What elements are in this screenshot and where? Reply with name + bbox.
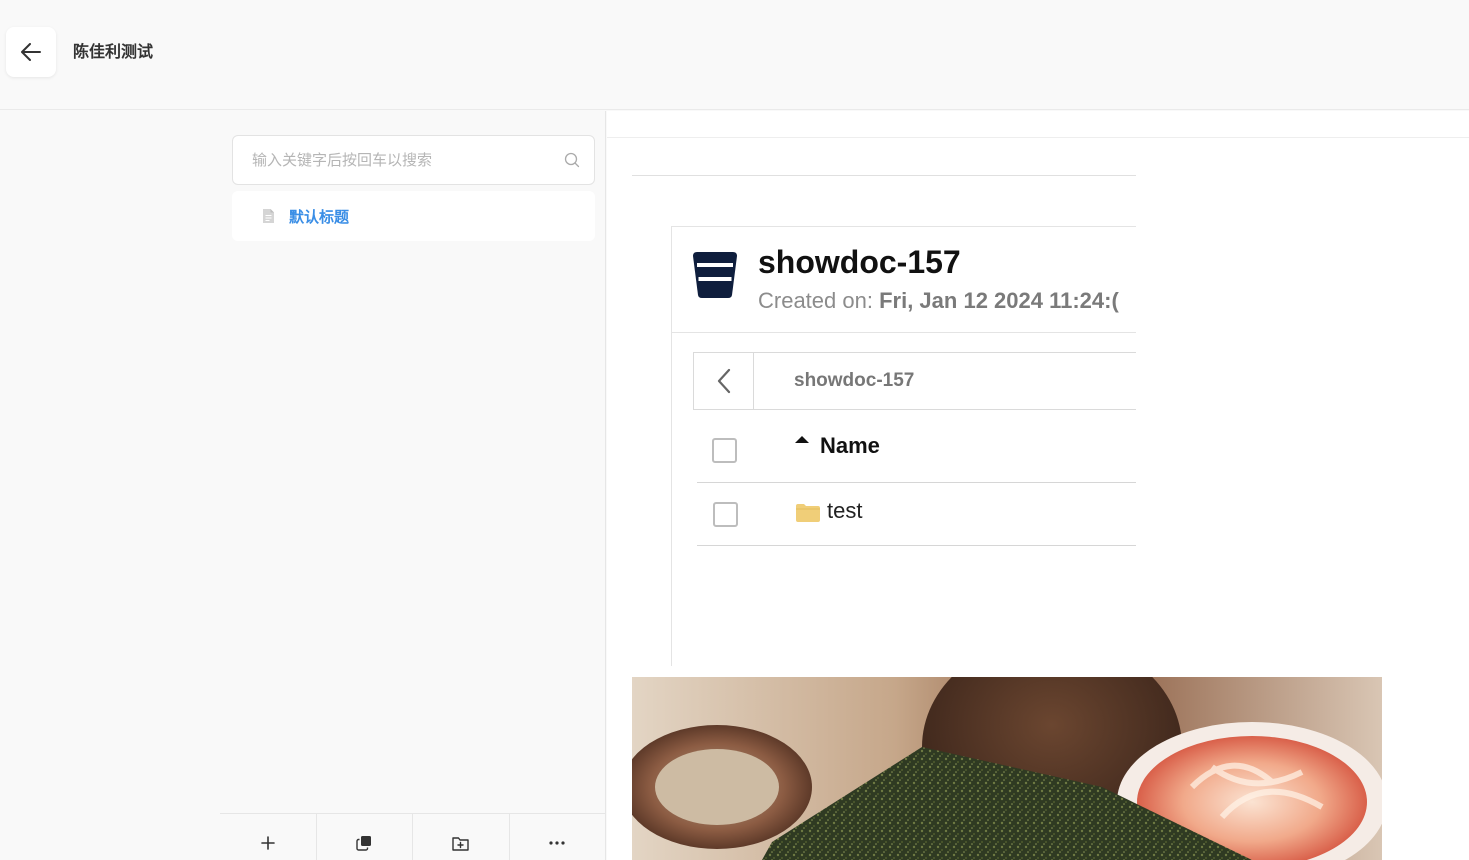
copy-page-button[interactable] <box>317 814 413 860</box>
path-label: showdoc-157 <box>794 370 915 391</box>
page-content: showdoc-157 Created on: Fri, Jan 12 2024… <box>607 111 1469 860</box>
divider <box>672 332 1136 333</box>
file-name: test <box>827 498 863 523</box>
search-box <box>232 135 595 185</box>
food-photo <box>632 677 1382 860</box>
row-divider <box>697 545 1136 546</box>
content-divider <box>607 137 1469 138</box>
folder-add-icon <box>452 836 469 851</box>
created-label: Created on: <box>758 288 873 313</box>
chevron-left-icon <box>717 368 730 394</box>
search-icon[interactable] <box>564 152 580 168</box>
created-on-text: Created on: Fri, Jan 12 2024 11:24:( <box>758 288 1119 314</box>
row-divider <box>697 482 1136 483</box>
food-photo-image <box>632 677 1382 860</box>
file-row: test <box>795 498 862 524</box>
new-folder-button[interactable] <box>413 814 510 860</box>
document-icon <box>263 209 274 223</box>
arrow-left-icon <box>21 43 41 61</box>
sidebar-item-default-title[interactable]: 默认标题 <box>232 191 595 241</box>
screenshot-title: showdoc-157 <box>758 244 961 280</box>
embedded-screenshot: showdoc-157 Created on: Fri, Jan 12 2024… <box>632 226 1136 666</box>
path-back-button <box>694 353 754 409</box>
more-icon <box>549 841 565 845</box>
horizontal-rule <box>632 175 1136 176</box>
sidebar-item-label: 默认标题 <box>289 208 350 226</box>
created-value: Fri, Jan 12 2024 11:24:( <box>879 288 1119 313</box>
more-button[interactable] <box>510 814 606 860</box>
sidebar-toolbar <box>220 813 605 860</box>
top-bar: 陈佳利测试 <box>0 0 1469 110</box>
plus-icon <box>260 836 275 850</box>
sort-up-icon <box>795 436 809 443</box>
folder-icon <box>796 503 820 522</box>
path-bar: showdoc-157 <box>693 352 1136 410</box>
name-column-label: Name <box>820 433 880 458</box>
name-column-header: Name <box>794 433 880 459</box>
back-button[interactable] <box>6 27 56 77</box>
bucket-logo-icon <box>693 252 737 298</box>
copy-icon <box>356 836 372 851</box>
project-title: 陈佳利测试 <box>73 44 154 61</box>
search-input[interactable] <box>233 136 563 184</box>
row-checkbox <box>713 502 738 527</box>
select-all-checkbox <box>712 438 737 463</box>
sidebar: 默认标题 <box>220 111 606 860</box>
new-page-button[interactable] <box>220 814 317 860</box>
